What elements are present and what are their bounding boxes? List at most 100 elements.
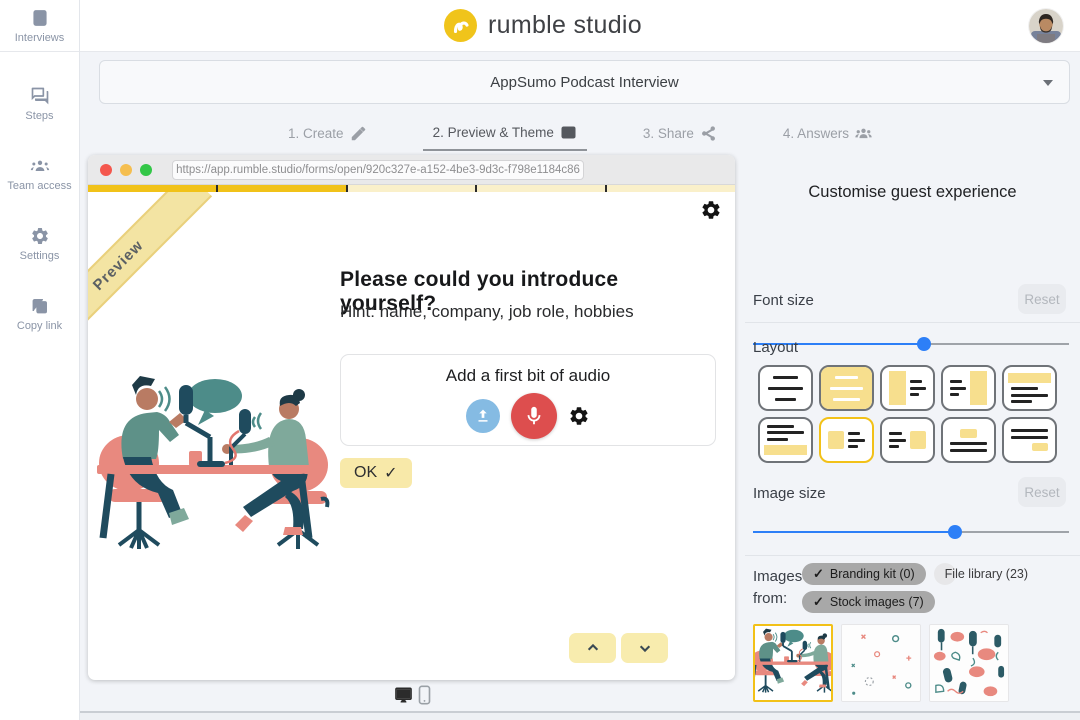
slider-knob[interactable] (917, 337, 931, 351)
image-size-reset-button[interactable]: Reset (1018, 477, 1066, 507)
layout-option-image-top[interactable] (1002, 365, 1057, 411)
layout-option-text-over-image[interactable] (819, 365, 874, 411)
pencil-icon (350, 125, 367, 142)
zoom-window-icon (140, 164, 152, 176)
sidebar-item-label: Steps (25, 110, 53, 122)
mobile-preview-button[interactable] (418, 685, 431, 705)
logo-text: rumble studio (488, 11, 642, 40)
sidebar-item-steps[interactable]: Steps (0, 80, 79, 128)
sidebar-item-label: Settings (20, 250, 60, 262)
microphone-icon (523, 405, 545, 427)
preview-icon (560, 124, 577, 141)
record-audio-button[interactable] (511, 393, 557, 439)
layout-option-image-right-small[interactable] (880, 417, 935, 463)
page-bottom-strip (0, 713, 1080, 720)
question-hint: Hint: name, company, job role, hobbies (340, 302, 720, 322)
sidebar-item-label: Interviews (15, 32, 65, 44)
font-size-reset-button[interactable]: Reset (1018, 284, 1066, 314)
chip-file-library-23[interactable]: File library (23) (934, 563, 956, 585)
layout-option-image-bottom[interactable] (758, 417, 813, 463)
next-question-button[interactable] (621, 633, 668, 663)
sidebar-item-label: Copy link (17, 320, 62, 332)
image-thumb-sparse-pattern[interactable] (841, 624, 921, 702)
rumble-studio-app: Interviews Steps Team access Settings Co… (0, 0, 1080, 720)
slider-knob[interactable] (948, 525, 962, 539)
panel-title: Customise guest experience (745, 183, 1080, 202)
image-thumb-podcast-illustration[interactable] (753, 624, 833, 702)
sidebar-item-settings[interactable]: Settings (0, 220, 79, 268)
chip-label: File library (23) (945, 567, 1028, 581)
avatar-photo (1029, 9, 1063, 43)
layout-option-image-left-half[interactable] (880, 365, 935, 411)
check-icon: ✓ (813, 594, 824, 610)
image-size-label: Image size (753, 485, 826, 502)
interview-title: AppSumo Podcast Interview (490, 74, 678, 91)
sidebar-item-label: Team access (7, 180, 71, 192)
question-progress-bar (88, 185, 735, 192)
question-nav (569, 633, 668, 663)
phone-icon (418, 685, 431, 705)
top-header: rumble studio (80, 0, 1080, 52)
tab-preview-theme[interactable]: 2. Preview & Theme (423, 118, 587, 151)
interviews-icon (30, 8, 50, 28)
upload-audio-button[interactable] (466, 399, 500, 433)
settings-icon (30, 226, 50, 246)
monitor-icon (393, 685, 414, 705)
font-size-slider[interactable] (753, 337, 1069, 351)
steps-icon (30, 86, 50, 106)
chip-label: Stock images (7) (830, 595, 924, 609)
chevron-up-icon (586, 641, 600, 655)
gear-icon (700, 199, 722, 221)
rumble-studio-logo: rumble studio (444, 9, 642, 42)
progress-segment (477, 185, 607, 192)
layout-option-text-only[interactable] (758, 365, 813, 411)
device-preview-toggles (393, 685, 431, 705)
audio-settings-button[interactable] (568, 405, 590, 427)
image-thumb-dense-pattern[interactable] (929, 624, 1009, 702)
divider (745, 555, 1080, 556)
images-from-label: Images from: (753, 566, 801, 610)
sidebar: Interviews Steps Team access Settings Co… (0, 0, 80, 720)
image-thumbnails (753, 624, 1009, 702)
layout-options-grid (758, 365, 1068, 463)
ok-label: OK (354, 464, 377, 482)
team-access-icon (30, 156, 50, 176)
chip-branding-kit-0[interactable]: ✓ Branding kit (0) (802, 563, 926, 585)
preview-ribbon: Preview (88, 192, 212, 359)
image-size-slider[interactable] (753, 525, 1069, 539)
progress-segment (218, 185, 348, 192)
chip-stock-images-7[interactable]: ✓ Stock images (7) (802, 591, 935, 613)
chip-label: Branding kit (0) (830, 567, 915, 581)
progress-segment (348, 185, 478, 192)
layout-option-image-left-small[interactable] (819, 417, 874, 463)
page-url: https://app.rumble.studio/forms/open/920… (176, 164, 580, 176)
layout-option-image-bottom-small[interactable] (1002, 417, 1057, 463)
layout-option-image-right-half[interactable] (941, 365, 996, 411)
tab-label: 3. Share (643, 126, 694, 141)
form-settings-button[interactable] (700, 199, 722, 221)
previous-question-button[interactable] (569, 633, 616, 663)
upload-icon (474, 407, 492, 425)
tab-share[interactable]: 3. Share (633, 118, 727, 151)
minimize-window-icon (120, 164, 132, 176)
user-avatar[interactable] (1029, 9, 1063, 43)
sidebar-item-team-access[interactable]: Team access (0, 150, 79, 198)
main-area: AppSumo Podcast Interview 1. Create 2. P… (80, 52, 1080, 720)
share-icon (700, 125, 717, 142)
sidebar-item-interviews[interactable]: Interviews (0, 0, 79, 52)
layout-option-image-top-small[interactable] (941, 417, 996, 463)
progress-segment (607, 185, 735, 192)
desktop-preview-button[interactable] (393, 685, 414, 705)
layout-label: Layout (753, 339, 798, 356)
close-window-icon (100, 164, 112, 176)
tab-create[interactable]: 1. Create (278, 118, 377, 151)
browser-titlebar: https://app.rumble.studio/forms/open/920… (88, 155, 735, 185)
sidebar-item-copy-link[interactable]: Copy link (0, 290, 79, 338)
form-preview-body: Preview Please could you introduce yours… (88, 192, 735, 679)
customise-panel: Customise guest experience Font size Res… (745, 52, 1080, 720)
ok-button[interactable]: OK ✓ (340, 458, 412, 488)
audio-answer-card: Add a first bit of audio (340, 354, 716, 446)
guest-preview-window: https://app.rumble.studio/forms/open/920… (88, 155, 735, 680)
image-source-chips: ✓ Branding kit (0) File library (23) ✓ Stock… (802, 563, 1070, 613)
check-icon: ✓ (813, 566, 824, 582)
